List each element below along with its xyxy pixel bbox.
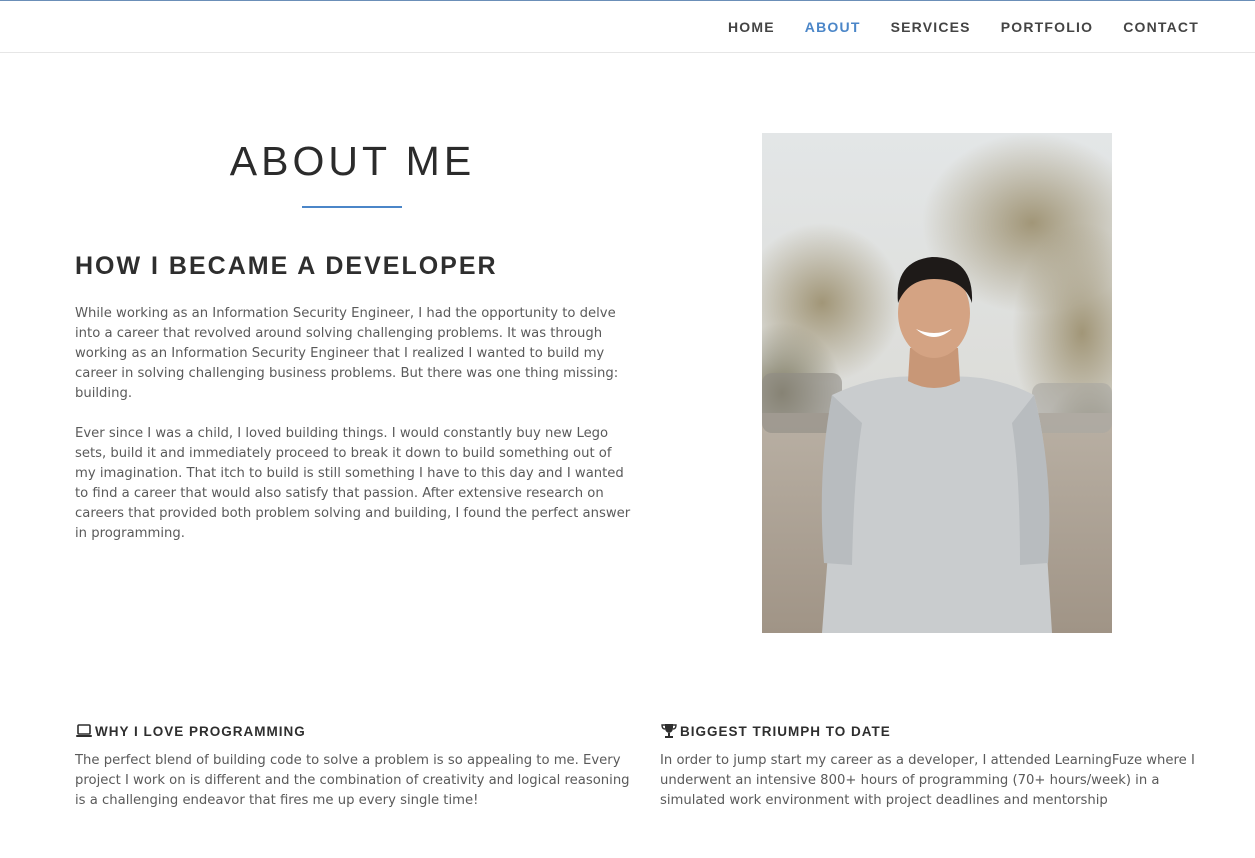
top-navigation-bar: HOME ABOUT SERVICES PORTFOLIO CONTACT (0, 0, 1255, 53)
nav-about[interactable]: ABOUT (805, 19, 861, 35)
feature-text-biggest-triumph: In order to jump start my career as a de… (660, 753, 1195, 808)
section-heading: HOW I BECAME A DEVELOPER (75, 252, 498, 280)
title-underline-divider (302, 206, 402, 208)
about-paragraph-2: Ever since I was a child, I loved buildi… (75, 426, 631, 541)
about-paragraph-1: While working as an Information Security… (75, 306, 619, 401)
profile-photo (762, 133, 1112, 633)
feature-title-text: BIGGEST TRIUMPH TO DATE (680, 723, 891, 739)
feature-title-biggest-triumph: BIGGEST TRIUMPH TO DATE (660, 723, 891, 739)
feature-title-text: WHY I LOVE PROGRAMMING (95, 723, 306, 739)
nav-contact[interactable]: CONTACT (1123, 19, 1199, 35)
page-title: ABOUT ME (229, 138, 476, 184)
feature-text-why-programming: The perfect blend of building code to so… (75, 753, 630, 808)
trophy-icon (660, 723, 678, 739)
laptop-icon (75, 723, 93, 739)
nav-portfolio[interactable]: PORTFOLIO (1001, 19, 1093, 35)
feature-title-why-programming: WHY I LOVE PROGRAMMING (75, 723, 306, 739)
nav-services[interactable]: SERVICES (891, 19, 971, 35)
nav-home[interactable]: HOME (728, 19, 775, 35)
main-nav: HOME ABOUT SERVICES PORTFOLIO CONTACT (698, 19, 1199, 35)
